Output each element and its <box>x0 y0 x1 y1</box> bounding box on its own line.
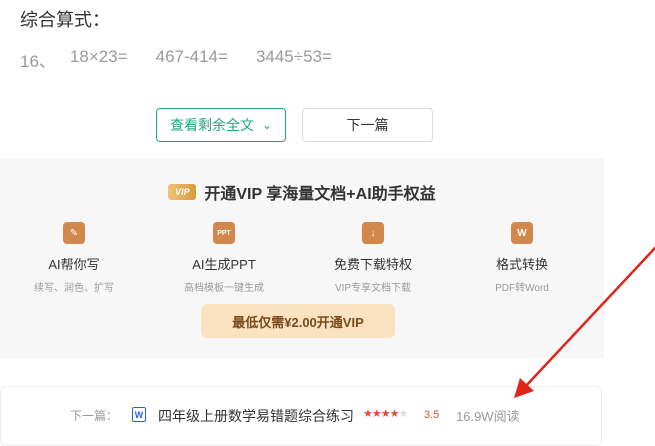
problem-item: 3445÷53= <box>255 47 332 66</box>
next-article-button[interactable]: 下一篇 <box>302 108 433 142</box>
feature-free-download[interactable]: ↓ 免费下载特权 VIP专享文档下载 <box>303 222 443 294</box>
view-remaining-label: 查看剩余全文 <box>169 117 254 133</box>
next-doc-label: 下一篇： <box>70 409 119 423</box>
feature-desc: 高档模板一键生成 <box>184 283 264 294</box>
feature-ai-ppt[interactable]: PPT AI生成PPT 高档模板一键生成 <box>154 222 294 294</box>
word-convert-icon: W <box>511 222 533 244</box>
word-file-icon: W <box>132 407 146 422</box>
vip-purchase-label: 最低仅需¥2.00开通VIP <box>232 314 364 330</box>
star-icon: ★ <box>363 408 373 420</box>
problem-item: 18×23= <box>69 47 128 66</box>
vip-purchase-button[interactable]: 最低仅需¥2.00开通VIP <box>201 304 395 338</box>
rating-stars: ★★★★★ <box>363 407 409 420</box>
star-empty-icon: ★ <box>398 408 409 420</box>
next-doc-title[interactable]: 四年级上册数学易错题综合练习 <box>158 406 354 426</box>
feature-name: 格式转换 <box>495 257 548 272</box>
feature-ai-write[interactable]: ✎ AI帮你写 续写、润色、扩写 <box>4 222 144 294</box>
download-icon: ↓ <box>362 222 384 244</box>
vip-headline: VIP 开通VIP 享海量文档+AI助手权益 <box>0 180 604 204</box>
feature-desc: VIP专享文档下载 <box>334 283 412 294</box>
vip-promo-panel: VIP 开通VIP 享海量文档+AI助手权益 ✎ AI帮你写 续写、润色、扩写 … <box>0 158 604 358</box>
feature-name: AI生成PPT <box>192 257 256 272</box>
feature-desc: PDF转Word <box>495 283 549 294</box>
read-count: 16.9W阅读 <box>456 409 520 424</box>
feature-desc: 续写、润色、扩写 <box>34 283 114 294</box>
next-article-label: 下一篇 <box>346 117 389 133</box>
edit-icon: ✎ <box>63 222 85 244</box>
problem-item: 467-414= <box>155 47 228 66</box>
rating-value: 3.5 <box>424 409 440 421</box>
star-half-icon: ★ <box>389 408 400 420</box>
star-icon: ★ <box>371 408 382 420</box>
problem-row: 16、 18×23= 467-414= 3445÷53= <box>20 47 360 72</box>
feature-name: 免费下载特权 <box>333 257 412 272</box>
star-icon: ★ <box>380 408 391 420</box>
vip-badge-icon: VIP <box>168 184 197 200</box>
view-remaining-button[interactable]: 查看剩余全文 ⌄ <box>156 108 286 142</box>
chevron-down-icon: ⌄ <box>261 118 273 132</box>
problem-number: 16、 <box>20 52 56 71</box>
vip-headline-text: 开通VIP 享海量文档+AI助手权益 <box>204 186 436 203</box>
ppt-icon: PPT <box>213 222 235 244</box>
feature-name: AI帮你写 <box>48 257 100 272</box>
feature-format-convert[interactable]: W 格式转换 PDF转Word <box>452 222 592 294</box>
section-heading: 综合算式： <box>20 10 110 30</box>
